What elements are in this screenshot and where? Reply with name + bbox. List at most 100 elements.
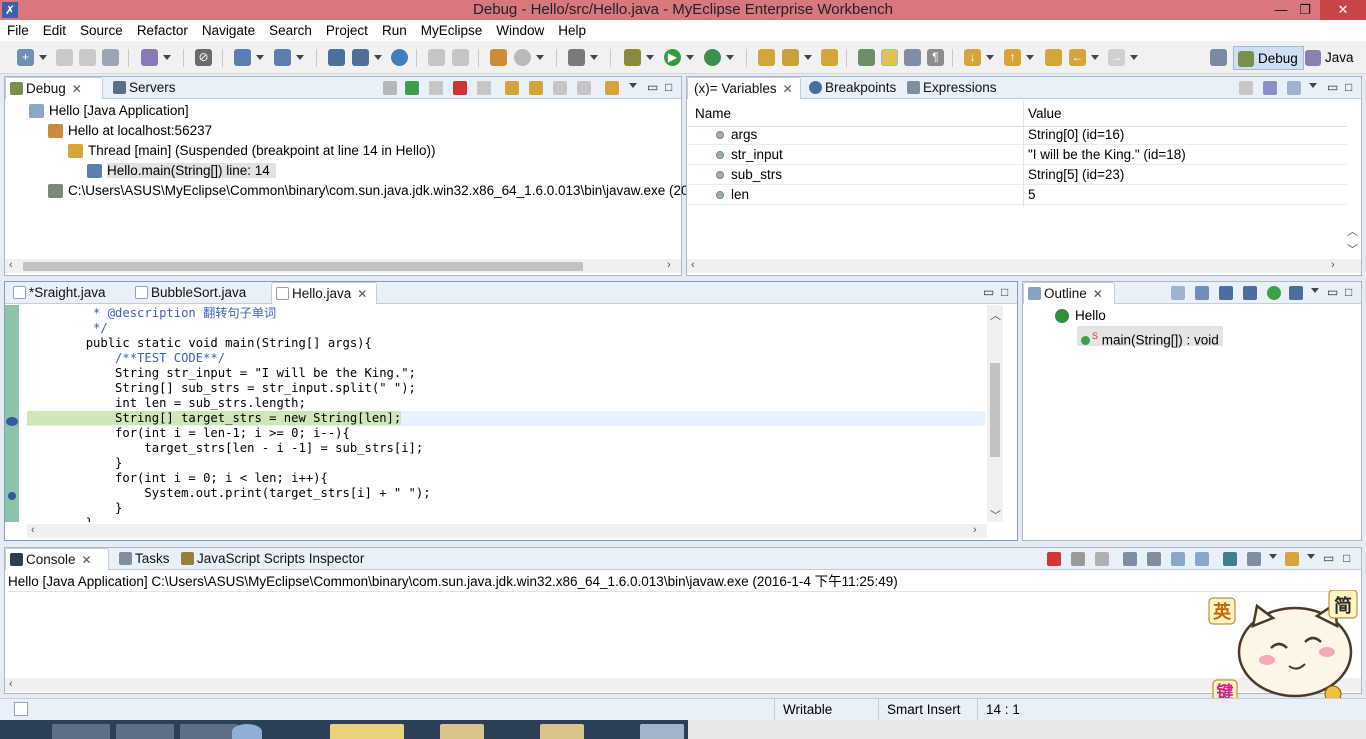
menu-project[interactable]: Project: [319, 20, 375, 41]
scroll-right-icon[interactable]: ›: [1331, 259, 1335, 271]
run-icon[interactable]: ▶: [664, 49, 681, 66]
scroll-lock-icon[interactable]: [1147, 552, 1161, 566]
hide-static-icon[interactable]: [1243, 286, 1257, 300]
hide-local-types-icon[interactable]: [1289, 286, 1303, 300]
back-history-icon[interactable]: [428, 49, 445, 66]
show-type-names-icon[interactable]: [1239, 81, 1253, 95]
hide-non-public-icon[interactable]: [1267, 286, 1281, 300]
debug-horizontal-scrollbar[interactable]: ‹ ›: [5, 259, 681, 273]
tab-debug[interactable]: Debug ✕: [5, 77, 103, 99]
code-editor[interactable]: * @description 翻转句子单词 */ public static v…: [27, 305, 985, 522]
scroll-thumb[interactable]: [990, 363, 1000, 457]
menu-myeclipse[interactable]: MyEclipse: [414, 20, 490, 41]
scroll-left-icon[interactable]: ‹: [31, 524, 35, 536]
tab-javascript-inspector[interactable]: JavaScript Scripts Inspector: [177, 548, 364, 570]
collapse-all-icon[interactable]: [1287, 81, 1301, 95]
pin-console-icon[interactable]: [1223, 552, 1237, 566]
collapse-all-icon[interactable]: [1171, 286, 1185, 300]
mark-occurrences-icon[interactable]: [881, 49, 898, 66]
tree-stack-frame[interactable]: Hello.main(String[]) line: 14: [87, 161, 276, 181]
taskbar-item[interactable]: [232, 724, 262, 739]
save-all-icon[interactable]: [79, 49, 96, 66]
tree-vm[interactable]: Hello at localhost:56237: [48, 121, 212, 141]
resume-icon[interactable]: [405, 81, 419, 95]
outline-class[interactable]: Hello: [1055, 306, 1106, 326]
toggle-mark-icon[interactable]: [858, 49, 875, 66]
remove-launch-icon[interactable]: [1071, 552, 1085, 566]
tab-sraight-java[interactable]: *Sraight.java: [9, 282, 106, 304]
step-over-icon[interactable]: [529, 81, 543, 95]
scroll-left-icon[interactable]: ‹: [691, 259, 695, 271]
maximize-view-icon[interactable]: □: [1345, 285, 1352, 299]
maximize-view-icon[interactable]: □: [665, 80, 672, 94]
java-perspective-button[interactable]: Java: [1301, 46, 1359, 70]
scroll-left-icon[interactable]: ‹: [9, 678, 13, 690]
menu-run[interactable]: Run: [375, 20, 414, 41]
taskbar-item-active[interactable]: [330, 724, 404, 739]
maximize-view-icon[interactable]: □: [1001, 285, 1008, 299]
next-annotation-icon[interactable]: ↓: [964, 49, 981, 66]
scroll-right-icon[interactable]: ›: [973, 524, 977, 536]
minimize-view-icon[interactable]: ▭: [647, 80, 658, 94]
last-edit-location-icon[interactable]: [1045, 49, 1062, 66]
browser-icon[interactable]: [391, 49, 408, 66]
search-icon[interactable]: [234, 49, 251, 66]
column-name[interactable]: Name: [695, 101, 731, 127]
new-icon[interactable]: +: [17, 49, 34, 66]
tab-outline[interactable]: Outline ✕: [1023, 282, 1115, 304]
open-folder-icon[interactable]: [758, 49, 775, 66]
remove-terminated-icon[interactable]: [383, 81, 397, 95]
menu-navigate[interactable]: Navigate: [195, 20, 262, 41]
scroll-down-icon[interactable]: ﹀: [990, 507, 1001, 523]
view-menu-icon[interactable]: [629, 83, 637, 88]
show-on-stdout-icon[interactable]: [1171, 552, 1185, 566]
maximize-view-icon[interactable]: □: [1345, 80, 1352, 94]
console-horizontal-scrollbar[interactable]: ‹: [5, 678, 1361, 692]
tree-thread[interactable]: Thread [main] (Suspended (breakpoint at …: [68, 141, 435, 161]
taskbar-item[interactable]: [52, 724, 110, 739]
tab-variables[interactable]: (x)= Variables ✕: [687, 77, 801, 99]
web-service-icon[interactable]: [514, 49, 531, 66]
variables-horizontal-scrollbar[interactable]: ‹ ›: [687, 259, 1361, 273]
close-tab-icon[interactable]: ✕: [357, 287, 367, 301]
tab-console[interactable]: Console ✕: [5, 548, 109, 570]
close-tab-icon[interactable]: ✕: [72, 82, 82, 96]
open-perspective-icon[interactable]: [1210, 49, 1227, 66]
close-tab-icon[interactable]: ✕: [1093, 287, 1103, 301]
hide-fields-icon[interactable]: [1219, 286, 1233, 300]
taskbar-item[interactable]: [640, 724, 684, 739]
print-icon[interactable]: [102, 49, 119, 66]
scroll-left-icon[interactable]: ‹: [9, 259, 13, 271]
taskbar-item[interactable]: [180, 724, 238, 739]
variable-row[interactable]: sub_strs String[5] (id=23): [689, 165, 1347, 185]
tab-breakpoints[interactable]: Breakpoints: [805, 77, 896, 99]
menu-source[interactable]: Source: [73, 20, 130, 41]
tree-launch[interactable]: Hello [Java Application]: [29, 101, 189, 121]
open-console-icon[interactable]: [1285, 552, 1299, 566]
sort-icon[interactable]: [1195, 286, 1209, 300]
minimize-view-icon[interactable]: ▭: [1327, 285, 1338, 299]
outline-method[interactable]: S main(String[]) : void: [1077, 326, 1223, 348]
scroll-up-icon[interactable]: ︿: [990, 307, 1001, 323]
step-return-icon[interactable]: [553, 81, 567, 95]
menu-refactor[interactable]: Refactor: [130, 20, 195, 41]
minimize-button[interactable]: —: [1268, 0, 1294, 20]
taskbar-item[interactable]: [440, 724, 484, 739]
disconnect-icon[interactable]: [477, 81, 491, 95]
view-menu-icon[interactable]: [1311, 288, 1319, 293]
editor-horizontal-scrollbar[interactable]: ‹ ›: [27, 524, 987, 538]
wand-icon[interactable]: [782, 49, 799, 66]
image-icon[interactable]: [568, 49, 585, 66]
tab-servers[interactable]: Servers: [109, 77, 176, 99]
minimize-view-icon[interactable]: ▭: [983, 285, 994, 299]
tab-bubblesort-java[interactable]: BubbleSort.java: [131, 282, 246, 304]
breakpoint-current-icon[interactable]: [6, 417, 18, 426]
menu-help[interactable]: Help: [551, 20, 593, 41]
taskbar-item[interactable]: [116, 724, 174, 739]
tab-hello-java[interactable]: Hello.java ✕: [271, 282, 377, 304]
show-on-stderr-icon[interactable]: [1195, 552, 1209, 566]
tab-tasks[interactable]: Tasks: [115, 548, 170, 570]
scroll-up-icon[interactable]: ︿: [1347, 223, 1358, 239]
display-console-icon[interactable]: [1247, 552, 1261, 566]
close-tab-icon[interactable]: ✕: [82, 553, 92, 567]
